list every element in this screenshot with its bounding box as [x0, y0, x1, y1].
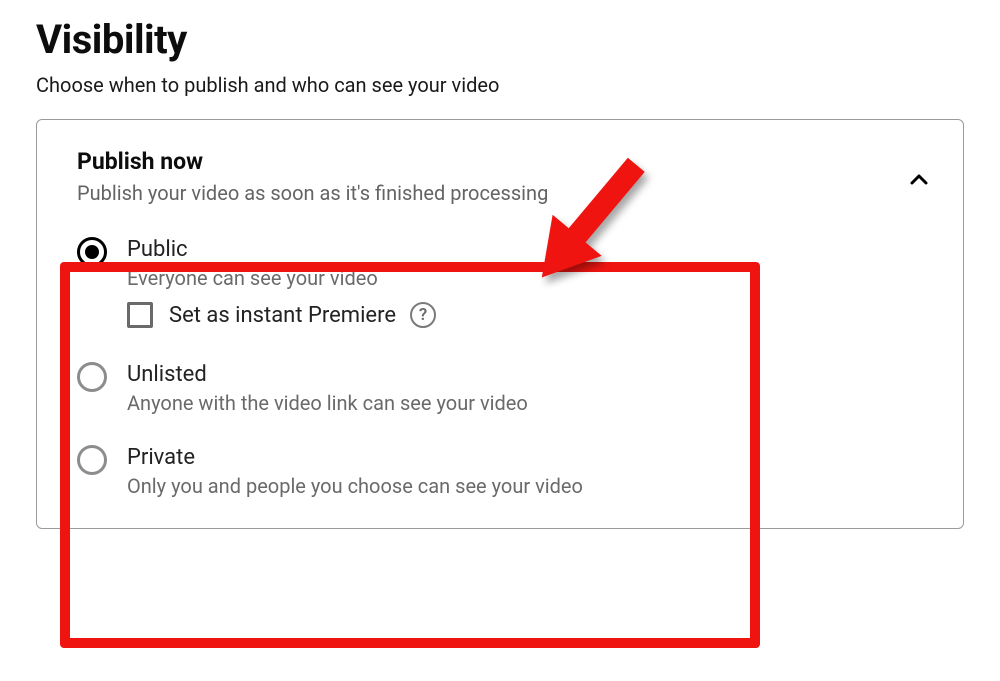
option-public-text: Public Everyone can see your video Set a…: [127, 237, 436, 332]
card-header-text: Publish now Publish your video as soon a…: [77, 148, 548, 205]
option-public-label: Public: [127, 237, 436, 262]
premiere-label: Set as instant Premiere: [169, 303, 396, 328]
option-private-label: Private: [127, 445, 583, 470]
publish-now-card: Publish now Publish your video as soon a…: [36, 119, 964, 529]
page-subtitle: Choose when to publish and who can see y…: [36, 73, 964, 97]
section-desc: Publish your video as soon as it's finis…: [77, 181, 548, 205]
option-unlisted[interactable]: Unlisted Anyone with the video link can …: [77, 354, 937, 437]
section-title: Publish now: [77, 148, 548, 175]
option-private[interactable]: Private Only you and people you choose c…: [77, 437, 937, 504]
premiere-checkbox[interactable]: [127, 302, 153, 328]
option-unlisted-text: Unlisted Anyone with the video link can …: [127, 362, 528, 415]
option-public-desc: Everyone can see your video: [127, 266, 436, 290]
card-header[interactable]: Publish now Publish your video as soon a…: [77, 148, 937, 205]
option-unlisted-desc: Anyone with the video link can see your …: [127, 391, 528, 415]
page-title: Visibility: [36, 16, 964, 63]
option-private-text: Private Only you and people you choose c…: [127, 445, 583, 498]
help-icon[interactable]: ?: [410, 302, 436, 328]
visibility-options: Public Everyone can see your video Set a…: [77, 229, 937, 504]
option-public[interactable]: Public Everyone can see your video Set a…: [77, 229, 937, 354]
radio-private[interactable]: [77, 445, 107, 475]
radio-unlisted[interactable]: [77, 362, 107, 392]
chevron-up-icon[interactable]: [907, 168, 931, 192]
radio-public[interactable]: [77, 237, 107, 267]
option-unlisted-label: Unlisted: [127, 362, 528, 387]
option-private-desc: Only you and people you choose can see y…: [127, 474, 583, 498]
premiere-row: Set as instant Premiere ?: [127, 302, 436, 328]
